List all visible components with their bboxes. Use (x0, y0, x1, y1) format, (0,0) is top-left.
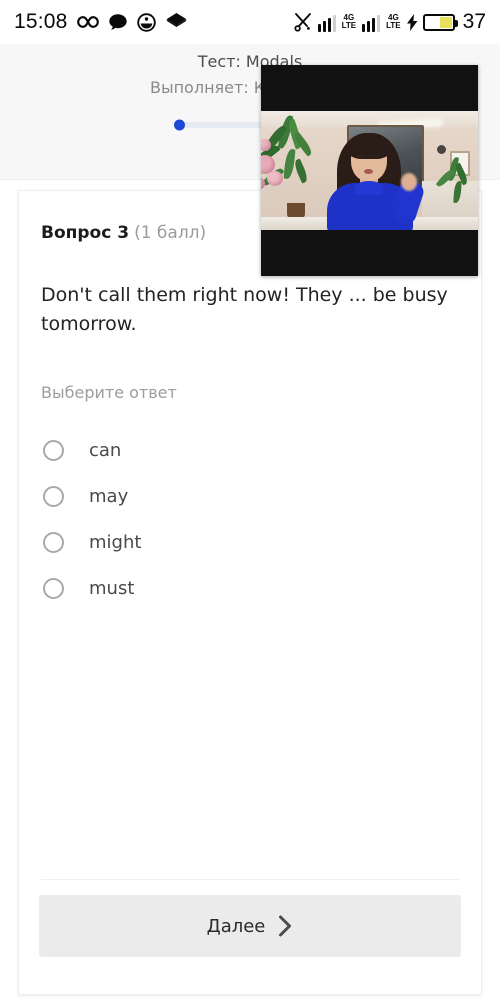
floating-video-window[interactable] (261, 65, 478, 276)
radio-button-icon[interactable] (43, 578, 64, 600)
answer-option-label: might (89, 532, 142, 554)
signal-bars-icon-sim2 (362, 12, 381, 32)
video-person-collar (355, 181, 383, 195)
video-scene-plant-left (261, 114, 325, 215)
card-divider (41, 879, 459, 880)
charging-bolt-icon (406, 13, 418, 31)
layers-icon (165, 12, 188, 32)
infinity-icon (76, 15, 99, 29)
video-person-eye-right (374, 155, 379, 158)
smiley-icon (136, 12, 156, 32)
video-letterbox-bottom (261, 230, 478, 276)
status-bar-clock: 15:08 (14, 10, 68, 33)
video-person-mouth (364, 169, 373, 174)
video-content (261, 111, 478, 230)
radio-button-icon[interactable] (43, 486, 64, 508)
question-text: Don't call them right now! They ... be b… (41, 284, 448, 335)
video-scene-plant-right (435, 156, 478, 223)
question-points: (1 балл) (134, 223, 207, 243)
battery-icon (422, 13, 458, 31)
radio-button-icon[interactable] (43, 440, 64, 462)
video-person-hand (401, 173, 417, 191)
chat-bubble-icon (108, 13, 128, 31)
status-bar-right: 4G LTE 4G LTE 37 (293, 10, 486, 34)
radio-button-icon[interactable] (43, 532, 64, 554)
video-scene-wall-object (437, 145, 446, 154)
battery-percent-label: 37 (462, 10, 486, 33)
app-screen: 15:08 4G LTE 4G LTE 37 Тест: Modals Выпо… (0, 0, 500, 999)
progress-knob[interactable] (173, 119, 185, 130)
answer-option-must[interactable]: must (41, 566, 459, 612)
signal-bars-icon-sim1 (317, 12, 336, 32)
answer-options-list: can may might must (41, 428, 459, 612)
answer-option-label: may (89, 486, 129, 508)
network-type-label-sim2: 4G LTE (386, 13, 401, 30)
answer-option-can[interactable]: can (41, 428, 459, 474)
chevron-right-icon (278, 915, 293, 937)
scissors-icon (293, 12, 313, 32)
video-letterbox-top (261, 65, 478, 111)
question-number: Вопрос 3 (41, 223, 130, 243)
answer-option-might[interactable]: might (41, 520, 459, 566)
answer-option-label: can (89, 440, 122, 462)
answer-option-label: must (89, 578, 135, 600)
answer-option-may[interactable]: may (41, 474, 459, 520)
network-type-label-sim1: 4G LTE (341, 13, 357, 30)
quiz-card: Вопрос 3 (1 балл) Don't call them right n… (18, 190, 482, 995)
next-button-label: Далее (206, 915, 266, 937)
choose-answer-label: Выберите ответ (41, 382, 177, 402)
status-bar: 15:08 4G LTE 4G LTE 37 (0, 0, 500, 44)
video-person-fringe (348, 133, 390, 159)
status-bar-left: 15:08 (14, 10, 188, 34)
video-person-eye-left (358, 155, 363, 158)
next-button[interactable]: Далее (39, 895, 461, 957)
